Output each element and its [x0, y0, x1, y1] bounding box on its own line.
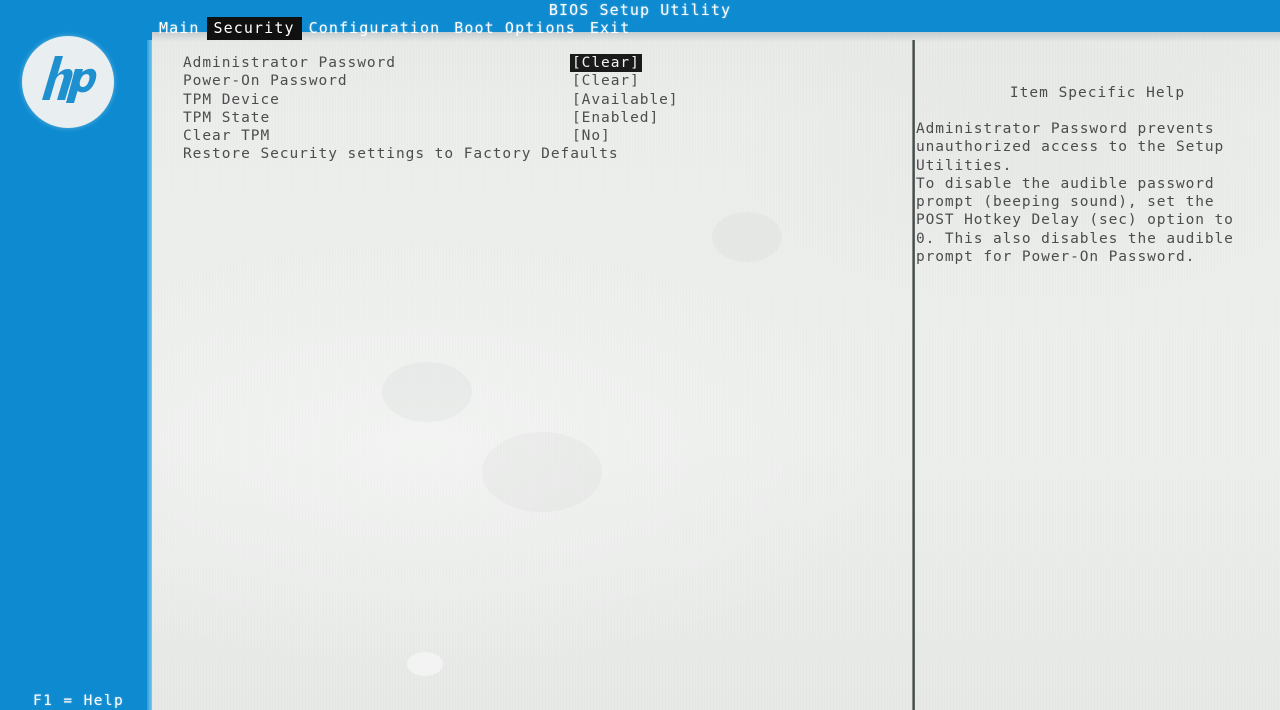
footer-help-hint: F1 = Help	[33, 693, 125, 709]
chassis-bezel-left-edge	[147, 40, 152, 710]
setting-label: TPM Device	[183, 91, 280, 108]
bios-setup-screen: Administrator Password [Clear] Power-On …	[0, 0, 1280, 710]
setting-value[interactable]: [Available]	[571, 92, 679, 108]
setting-value[interactable]: [Clear]	[571, 55, 641, 71]
menu-item-exit[interactable]: Exit	[583, 17, 638, 40]
help-line: unauthorized access to the Setup	[916, 139, 1225, 156]
setting-label: Restore Security settings to Factory Def…	[183, 146, 619, 163]
help-line: POST Hotkey Delay (sec) option to	[916, 212, 1234, 229]
screen-content-panel: Administrator Password [Clear] Power-On …	[152, 32, 1280, 710]
help-line: Administrator Password prevents	[916, 121, 1215, 137]
setting-label: TPM State	[183, 109, 271, 126]
menu-item-boot-options[interactable]: Boot Options	[447, 17, 583, 40]
pane-divider	[912, 40, 915, 710]
setting-row-power-on-password[interactable]: Power-On Password [Clear]	[183, 73, 883, 91]
security-settings-list: Administrator Password [Clear] Power-On …	[183, 55, 883, 165]
panel-smudge	[482, 432, 602, 512]
setting-value[interactable]: [No]	[571, 128, 612, 144]
panel-smudge	[382, 362, 472, 422]
setting-row-restore-security-defaults[interactable]: Restore Security settings to Factory Def…	[183, 146, 883, 164]
help-line: prompt (beeping sound), set the	[916, 194, 1215, 211]
help-line: Utilities.	[916, 157, 1013, 174]
item-specific-help-body: Administrator Password prevents unauthor…	[916, 121, 1268, 267]
setting-value[interactable]: [Clear]	[571, 73, 641, 89]
setting-row-clear-tpm[interactable]: Clear TPM [No]	[183, 128, 883, 146]
item-specific-help-title: Item Specific Help	[1009, 85, 1186, 101]
setting-label: Administrator Password	[183, 55, 396, 71]
menu-item-security[interactable]: Security	[206, 17, 302, 40]
setting-label: Clear TPM	[183, 128, 271, 145]
setting-value[interactable]: [Enabled]	[571, 110, 660, 126]
setting-row-administrator-password[interactable]: Administrator Password [Clear]	[183, 55, 883, 73]
help-line: To disable the audible password	[916, 175, 1215, 192]
setting-label: Power-On Password	[183, 73, 348, 90]
help-line: 0. This also disables the audible	[916, 230, 1234, 247]
main-menu-bar: Main Security Configuration Boot Options…	[152, 17, 638, 40]
help-line: prompt for Power-On Password.	[916, 249, 1196, 266]
hp-logo	[22, 36, 114, 128]
panel-smudge	[407, 652, 443, 676]
panel-smudge	[712, 212, 782, 262]
menu-item-main[interactable]: Main	[152, 17, 207, 40]
setting-row-tpm-device[interactable]: TPM Device [Available]	[183, 92, 883, 110]
menu-item-configuration[interactable]: Configuration	[302, 17, 448, 40]
setting-row-tpm-state[interactable]: TPM State [Enabled]	[183, 110, 883, 128]
